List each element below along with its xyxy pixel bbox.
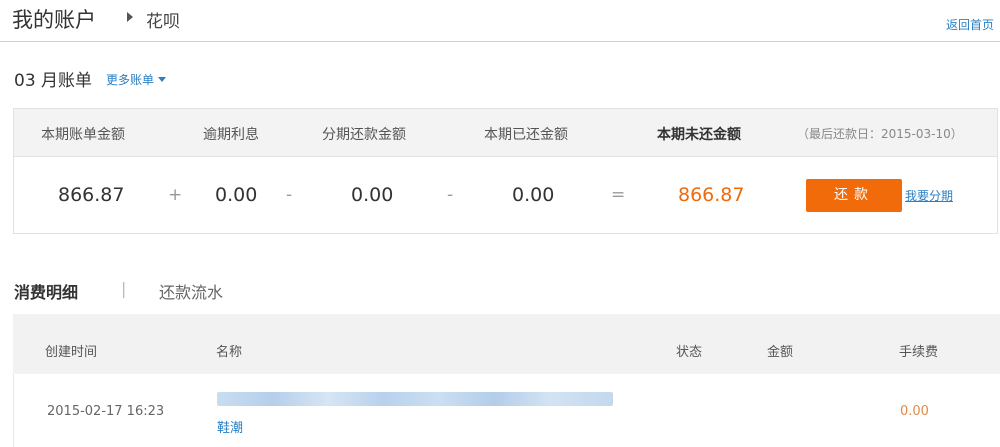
due-date-label: （最后还款日：2015-03-10） — [797, 127, 963, 141]
row-fee: 0.00 — [900, 404, 929, 419]
repay-button[interactable]: 还款 — [806, 179, 902, 212]
bill-summary: 本期账单金额 逾期利息 分期还款金额 本期已还金额 本期未还金额 （最后还款日：… — [13, 108, 998, 234]
installment-link[interactable]: 我要分期 — [905, 187, 953, 204]
breadcrumb-current: 花呗 — [146, 12, 180, 32]
page-title: 我的账户 — [12, 8, 96, 32]
breadcrumb-arrow-icon — [127, 12, 133, 22]
column-header-created-time: 创建时间 — [45, 345, 98, 360]
unpaid-amount-label: 本期未还金额 — [657, 127, 741, 143]
equals-operator: = — [611, 185, 626, 205]
column-header-fee: 手续费 — [899, 345, 939, 360]
installment-amount-label: 分期还款金额 — [322, 127, 406, 143]
row-name-redacted[interactable] — [217, 392, 613, 406]
column-header-status: 状态 — [676, 345, 703, 360]
table-row: 2015-02-17 16:23 鞋潮 0.00 — [13, 374, 1000, 447]
overdue-interest-label: 逾期利息 — [203, 127, 259, 143]
bill-amount-label: 本期账单金额 — [41, 127, 125, 143]
tab-divider: | — [121, 279, 127, 298]
row-created-time: 2015-02-17 16:23 — [47, 404, 165, 419]
more-bills-label: 更多账单 — [106, 73, 155, 87]
row-merchant-tag[interactable]: 鞋潮 — [217, 417, 243, 436]
back-home-link[interactable]: 返回首页 — [946, 16, 994, 33]
paid-amount-label: 本期已还金额 — [484, 127, 568, 143]
installment-amount-value: 0.00 — [351, 184, 394, 206]
chevron-down-icon — [158, 77, 167, 82]
page-header: 我的账户 花呗 返回首页 — [0, 0, 1000, 42]
bill-month-label: 03 月账单 — [14, 71, 93, 91]
column-header-amount: 金额 — [767, 345, 794, 360]
tab-repayment-flow[interactable]: 还款流水 — [159, 279, 223, 303]
minus-operator: - — [447, 185, 454, 205]
unpaid-amount-value: 866.87 — [678, 184, 745, 206]
more-bills-dropdown[interactable]: 更多账单 — [106, 71, 167, 88]
bill-summary-header: 本期账单金额 逾期利息 分期还款金额 本期已还金额 本期未还金额 （最后还款日：… — [14, 109, 997, 157]
transactions-table: 创建时间 名称 状态 金额 手续费 2015-02-17 16:23 鞋潮 0.… — [13, 314, 1000, 447]
paid-amount-value: 0.00 — [512, 184, 555, 206]
minus-operator: - — [286, 185, 293, 205]
column-header-name: 名称 — [216, 345, 243, 360]
tab-consumption-detail[interactable]: 消费明细 — [14, 279, 78, 303]
bill-amount-value: 866.87 — [58, 184, 125, 206]
bill-heading: 03 月账单 更多账单 — [14, 66, 167, 92]
overdue-interest-value: 0.00 — [215, 184, 258, 206]
plus-operator: + — [168, 185, 183, 205]
